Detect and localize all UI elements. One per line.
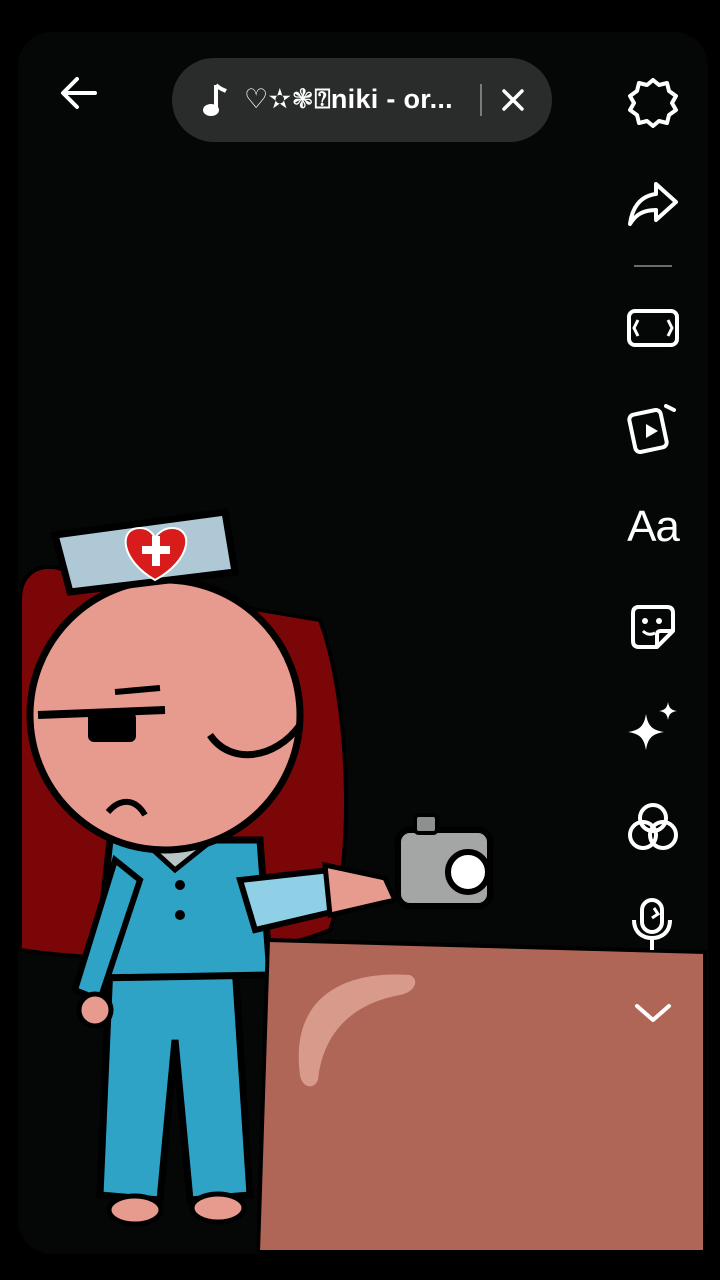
- chevron-down-icon: [635, 1004, 671, 1022]
- sparkles-icon: [628, 702, 677, 750]
- toolbar-divider: [634, 265, 672, 267]
- share-button[interactable]: [620, 172, 686, 238]
- right-foot: [189, 1191, 247, 1225]
- filters-icon: [628, 803, 678, 850]
- back-button[interactable]: [50, 64, 108, 122]
- aspect-ratio-button[interactable]: [620, 295, 686, 361]
- pants: [96, 961, 254, 1204]
- music-note-icon: [202, 80, 234, 120]
- close-icon: [502, 89, 524, 111]
- camera: [395, 813, 493, 909]
- sticker-icon: [631, 605, 675, 649]
- music-pill[interactable]: ♡✫❃⍰niki - or...: [172, 58, 552, 142]
- effects-button[interactable]: [620, 694, 686, 760]
- aspect-ratio-icon: [627, 309, 679, 347]
- pill-divider: [480, 84, 482, 116]
- left-foot: [106, 1193, 164, 1227]
- microphone-sparkle-icon: [632, 898, 672, 950]
- sticker-button[interactable]: [620, 594, 686, 660]
- music-title: ♡✫❃⍰niki - or...: [244, 84, 453, 114]
- arrow-left-icon: [61, 77, 97, 109]
- text-tool-label: Aa: [627, 502, 680, 551]
- voice-effect-button[interactable]: [620, 890, 686, 956]
- clips-icon: [627, 404, 676, 454]
- settings-button[interactable]: [620, 70, 686, 136]
- nurse-illustration: [18, 508, 707, 1254]
- share-icon: [628, 182, 678, 226]
- filters-button[interactable]: [620, 794, 686, 860]
- remove-music-button[interactable]: [496, 83, 530, 117]
- more-tools-button[interactable]: [620, 980, 686, 1046]
- right-hand: [322, 861, 399, 919]
- settings-icon: [628, 78, 678, 128]
- text-tool-button[interactable]: Aa: [620, 494, 686, 560]
- left-hand: [76, 991, 114, 1029]
- clips-button[interactable]: [620, 394, 686, 460]
